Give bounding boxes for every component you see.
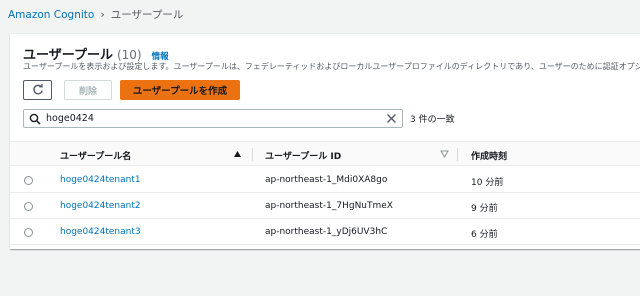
match-count: 3 件の一致 <box>410 115 455 125</box>
row-select-radio[interactable] <box>24 176 33 185</box>
breadcrumb: Amazon Cognito › ユーザープール <box>8 7 183 22</box>
column-divider <box>457 148 458 161</box>
row-select-radio[interactable] <box>24 202 33 211</box>
search-field[interactable] <box>23 109 403 128</box>
column-header-created[interactable]: 作成時刻 <box>471 149 507 162</box>
column-header-name[interactable]: ユーザープール名 <box>60 149 131 162</box>
created-time: 10 分前 <box>471 178 504 188</box>
panel-description: ユーザープールを表示および設定します。ユーザープールは、フェデレーティッドおよび… <box>23 62 640 71</box>
search-icon <box>29 113 41 125</box>
search-input[interactable] <box>46 111 376 126</box>
breadcrumb-current: ユーザープール <box>110 9 184 21</box>
pool-count: (10) <box>116 48 142 62</box>
user-pool-name-link[interactable]: hoge0424tenant2 <box>60 201 141 211</box>
user-pool-name-link[interactable]: hoge0424tenant1 <box>60 175 141 185</box>
close-icon[interactable] <box>386 113 397 124</box>
user-pool-id: ap-northeast-1_7HgNuTmeX <box>265 201 393 211</box>
create-user-pool-button[interactable]: ユーザープールを作成 <box>120 80 240 100</box>
table-row[interactable]: hoge0424tenant3 ap-northeast-1_yDj6UV3hC… <box>10 219 640 245</box>
created-time: 6 分前 <box>471 230 498 240</box>
sort-ascending-icon[interactable] <box>233 150 242 158</box>
column-divider <box>252 148 253 161</box>
refresh-button[interactable] <box>23 80 52 100</box>
created-time: 9 分前 <box>471 204 498 214</box>
user-pool-name-link[interactable]: hoge0424tenant3 <box>60 227 141 237</box>
user-pool-id: ap-northeast-1_yDj6UV3hC <box>265 227 388 237</box>
chevron-right-icon: › <box>100 8 105 21</box>
table-row[interactable]: hoge0424tenant1 ap-northeast-1_Mdi0XA8go… <box>10 167 640 193</box>
user-pool-id: ap-northeast-1_Mdi0XA8go <box>265 175 388 185</box>
delete-button[interactable]: 削除 <box>64 80 112 100</box>
row-select-radio[interactable] <box>24 228 33 237</box>
refresh-icon <box>32 84 43 95</box>
sort-descending-icon[interactable] <box>440 150 449 158</box>
table-row[interactable]: hoge0424tenant2 ap-northeast-1_7HgNuTmeX… <box>10 193 640 219</box>
breadcrumb-link-cognito[interactable]: Amazon Cognito <box>8 9 94 21</box>
table-header: ユーザープール名 ユーザープール ID 作成時刻 <box>10 141 640 166</box>
column-header-id[interactable]: ユーザープール ID <box>265 149 341 162</box>
user-pools-panel: ユーザープール (10) 情報 ユーザープールを表示および設定します。ユーザープ… <box>10 33 640 249</box>
